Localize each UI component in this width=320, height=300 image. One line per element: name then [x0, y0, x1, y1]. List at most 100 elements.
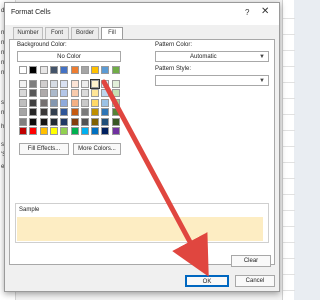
color-swatch[interactable] — [91, 108, 100, 116]
color-swatch[interactable] — [91, 89, 100, 97]
color-swatch[interactable] — [70, 66, 79, 74]
color-swatch[interactable] — [101, 66, 110, 74]
close-icon[interactable]: ✕ — [261, 6, 269, 17]
color-swatch[interactable] — [60, 89, 69, 97]
color-swatch[interactable] — [80, 127, 89, 135]
color-swatch[interactable] — [111, 117, 120, 126]
color-swatch[interactable] — [111, 66, 120, 74]
row-gridline — [283, 178, 295, 179]
row-gridline — [283, 258, 295, 259]
color-swatch[interactable] — [39, 89, 48, 97]
fill-effects-button[interactable]: Fill Effects... — [19, 143, 69, 155]
row-gridline — [283, 146, 295, 147]
tab-border[interactable]: Border — [71, 27, 99, 39]
color-swatch[interactable] — [19, 127, 27, 135]
color-swatch[interactable] — [101, 108, 110, 116]
format-cells-dialog: Format Cells ? ✕ Number Font Border Fill… — [4, 2, 280, 292]
row-gridline — [283, 162, 295, 163]
row-gridline — [283, 130, 295, 131]
color-swatch[interactable] — [49, 89, 58, 97]
color-swatch[interactable] — [111, 89, 120, 97]
color-swatch[interactable] — [80, 108, 89, 116]
color-swatch[interactable] — [60, 66, 69, 74]
color-swatch[interactable] — [91, 66, 100, 74]
color-swatch[interactable] — [19, 108, 27, 116]
color-swatch[interactable] — [70, 127, 79, 135]
color-swatch[interactable] — [80, 89, 89, 97]
row-gridline — [283, 242, 295, 243]
color-swatch[interactable] — [70, 108, 79, 116]
color-swatch[interactable] — [60, 79, 69, 88]
color-swatch[interactable] — [80, 117, 89, 126]
color-swatch[interactable] — [49, 108, 58, 116]
color-swatch[interactable] — [39, 127, 48, 135]
color-swatch[interactable] — [80, 98, 89, 107]
tab-number[interactable]: Number — [13, 27, 43, 39]
pattern-color-value: Automatic — [190, 54, 217, 60]
color-swatch[interactable] — [91, 127, 100, 135]
tab-font[interactable]: Font — [45, 27, 69, 39]
color-swatch[interactable] — [19, 66, 27, 74]
color-swatch[interactable] — [39, 108, 48, 116]
color-swatch[interactable] — [70, 117, 79, 126]
color-swatch[interactable] — [91, 98, 100, 107]
help-icon[interactable]: ? — [245, 8, 249, 17]
row-gridline — [283, 82, 295, 83]
color-swatch[interactable] — [60, 108, 69, 116]
row-gridline — [283, 98, 295, 99]
color-swatch[interactable] — [91, 117, 100, 126]
color-swatch[interactable] — [49, 66, 58, 74]
color-swatch[interactable] — [29, 108, 38, 116]
color-swatch[interactable] — [60, 127, 69, 135]
color-swatch[interactable] — [80, 66, 89, 74]
color-swatch[interactable] — [29, 66, 38, 74]
sample-label: Sample — [19, 207, 40, 213]
color-swatch[interactable] — [49, 98, 58, 107]
ok-button[interactable]: OK — [185, 275, 229, 287]
color-swatch[interactable] — [101, 79, 110, 88]
color-swatch[interactable] — [101, 89, 110, 97]
color-swatch[interactable] — [29, 127, 38, 135]
background-color-label: Background Color: — [17, 42, 67, 48]
color-swatch[interactable] — [111, 79, 120, 88]
cancel-button[interactable]: Cancel — [235, 275, 275, 287]
color-swatch[interactable] — [49, 117, 58, 126]
color-swatch[interactable] — [39, 98, 48, 107]
color-swatch[interactable] — [101, 127, 110, 135]
color-swatch[interactable] — [70, 79, 79, 88]
pattern-color-dropdown[interactable]: Automatic ▼ — [155, 51, 269, 62]
color-swatch[interactable] — [70, 89, 79, 97]
color-swatch[interactable] — [111, 127, 120, 135]
row-gridline — [283, 114, 295, 115]
color-swatch[interactable] — [19, 89, 27, 97]
color-swatch[interactable] — [70, 98, 79, 107]
color-swatch[interactable] — [111, 98, 120, 107]
color-swatch[interactable] — [39, 117, 48, 126]
color-swatch[interactable] — [29, 89, 38, 97]
color-swatch[interactable] — [39, 79, 48, 88]
color-swatch[interactable] — [49, 79, 58, 88]
pattern-style-dropdown[interactable]: ▼ — [155, 75, 269, 86]
color-swatch[interactable] — [111, 108, 120, 116]
color-swatch[interactable] — [101, 117, 110, 126]
row-gridline — [283, 226, 295, 227]
no-color-button[interactable]: No Color — [17, 51, 121, 62]
color-swatch[interactable] — [19, 79, 27, 88]
color-swatch[interactable] — [19, 117, 27, 126]
row-gridline — [283, 34, 295, 35]
color-swatch[interactable] — [29, 79, 38, 88]
color-swatch[interactable] — [90, 78, 101, 89]
color-swatch[interactable] — [29, 117, 38, 126]
color-swatch[interactable] — [39, 66, 48, 74]
more-colors-button[interactable]: More Colors... — [73, 143, 121, 155]
color-swatch[interactable] — [19, 98, 27, 107]
color-swatch[interactable] — [60, 117, 69, 126]
pattern-style-label: Pattern Style: — [155, 66, 192, 72]
pattern-color-label: Pattern Color: — [155, 42, 193, 48]
color-swatch[interactable] — [101, 98, 110, 107]
color-swatch[interactable] — [80, 79, 89, 88]
color-swatch[interactable] — [60, 98, 69, 107]
color-swatch[interactable] — [29, 98, 38, 107]
clear-button[interactable]: Clear — [231, 255, 271, 267]
color-swatch[interactable] — [49, 127, 58, 135]
